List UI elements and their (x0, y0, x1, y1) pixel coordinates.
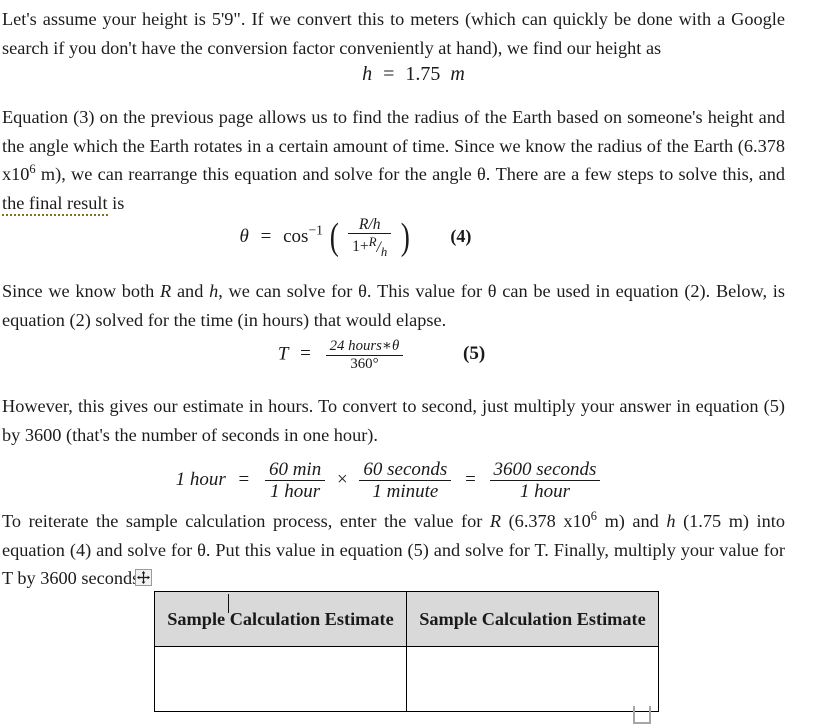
paragraph-equation3-explanation: Equation (3) on the previous page allows… (0, 103, 827, 217)
table-header-cell-2[interactable]: Sample Calculation Estimate (406, 591, 659, 647)
equation-5: T = 24 hours∗θ 360° (5) (0, 338, 827, 372)
paragraph-height-assumption: Let's assume your height is 5'9". If we … (2, 9, 785, 58)
equation-5-denominator: 360° (325, 354, 404, 373)
conversion-fraction-3: 3600 seconds 1 hour (489, 459, 601, 503)
grammar-suggestion-phrase[interactable]: the final result (2, 192, 108, 216)
equation-4-denominator-R: R (368, 234, 377, 249)
table-move-handle[interactable] (135, 569, 152, 586)
conversion-equals-1: = (238, 469, 250, 491)
conversion-fraction-2: 60 seconds 1 minute (359, 459, 452, 503)
conversion-f2-denominator: 1 minute (359, 480, 452, 502)
equation-4-numerator: R/h (358, 216, 381, 233)
variable-R-inline-a: R (160, 281, 172, 301)
conversion-f1-denominator: 1 hour (264, 480, 326, 502)
table-resize-handle[interactable] (633, 706, 651, 724)
equation-4-right-paren: ) (400, 216, 410, 259)
equation-height-unit: m (450, 63, 465, 85)
equation-4-fraction: R/h 1+R/h (348, 216, 392, 259)
equation-height-equals: = (383, 63, 395, 85)
move-four-arrows-icon (137, 571, 150, 584)
document-page: Let's assume your height is 5'9". If we … (0, 0, 827, 724)
table-body-cell-2[interactable] (406, 646, 659, 712)
paragraph-reiterate-text-c: m) and (597, 511, 667, 531)
sample-calculation-table-wrapper[interactable]: Sample Calculation Estimate Sample Calcu… (154, 591, 659, 712)
equation-4-denominator-h: h (380, 244, 388, 259)
table-header-row: Sample Calculation Estimate Sample Calcu… (154, 591, 659, 647)
equation-5-numerator: 24 hours∗θ (329, 338, 400, 354)
equation-4-exponent: −1 (308, 222, 323, 238)
equation-hour-conversion: 1 hour = 60 min 1 hour × 60 seconds 1 mi… (0, 459, 827, 503)
paragraph-solve-for-theta: Since we know both R and h, we can solve… (0, 277, 827, 334)
sample-calculation-table[interactable]: Sample Calculation Estimate Sample Calcu… (154, 591, 659, 712)
equation-4-number: (4) (450, 225, 472, 246)
conversion-f2-numerator: 60 seconds (363, 459, 448, 480)
paragraph-reiterate-process: To reiterate the sample calculation proc… (0, 507, 827, 593)
equation-5-lhs: T (277, 343, 289, 365)
equation-4-lhs: θ (239, 225, 249, 247)
conversion-equals-2: = (465, 469, 476, 491)
table-body-cell-1[interactable] (154, 646, 407, 712)
variable-h-inline-b: h (666, 511, 676, 531)
equation-4-denominator-prefix: 1+ (352, 238, 369, 256)
variable-h-inline-a: h (209, 281, 219, 301)
conversion-f3-denominator: 1 hour (489, 480, 601, 502)
variable-R-inline-b: R (489, 511, 502, 531)
conversion-lhs: 1 hour (175, 469, 226, 491)
table-row (154, 646, 659, 712)
equation-4-denominator: 1+R/h (348, 233, 392, 259)
equation-4-left-paren: ( (329, 216, 339, 259)
table-header-cell-1[interactable]: Sample Calculation Estimate (154, 591, 407, 647)
conversion-fraction-1: 60 min 1 hour (264, 459, 326, 503)
equation-4-denominator-ratio: R/h (369, 234, 388, 259)
text-insertion-caret (228, 594, 230, 613)
equation-5-number: (5) (463, 343, 486, 365)
conversion-f3-numerator: 3600 seconds (493, 459, 597, 480)
equation-height-value: 1.75 (405, 63, 441, 85)
equation-5-equals: = (300, 343, 311, 365)
conversion-f1-numerator: 60 min (268, 459, 322, 480)
equation-height-lhs: h (362, 63, 373, 85)
equation-height: h = 1.75 m (0, 63, 827, 86)
paragraph-reiterate-text-b: (6.378 x10 (501, 511, 591, 531)
paragraph-reiterate-text-a: To reiterate the sample calculation proc… (2, 511, 490, 531)
paragraph-solve-text-b: and (171, 281, 210, 301)
equation-5-fraction: 24 hours∗θ 360° (325, 338, 404, 373)
equation-4: θ = cos−1 ( R/h 1+R/h ) (4) (0, 216, 827, 259)
equation-4-function: cos (283, 225, 309, 247)
paragraph-convert-to-seconds: However, this gives our estimate in hour… (2, 396, 785, 445)
paragraph-solve-text-a: Since we know both (2, 281, 161, 301)
paragraph-equation3-text-b: m), we can rearrange this equation and s… (35, 164, 785, 184)
equation-4-equals: = (260, 225, 272, 247)
conversion-multiply-sign: × (336, 469, 348, 491)
paragraph-equation3-text-c: is (107, 192, 125, 213)
